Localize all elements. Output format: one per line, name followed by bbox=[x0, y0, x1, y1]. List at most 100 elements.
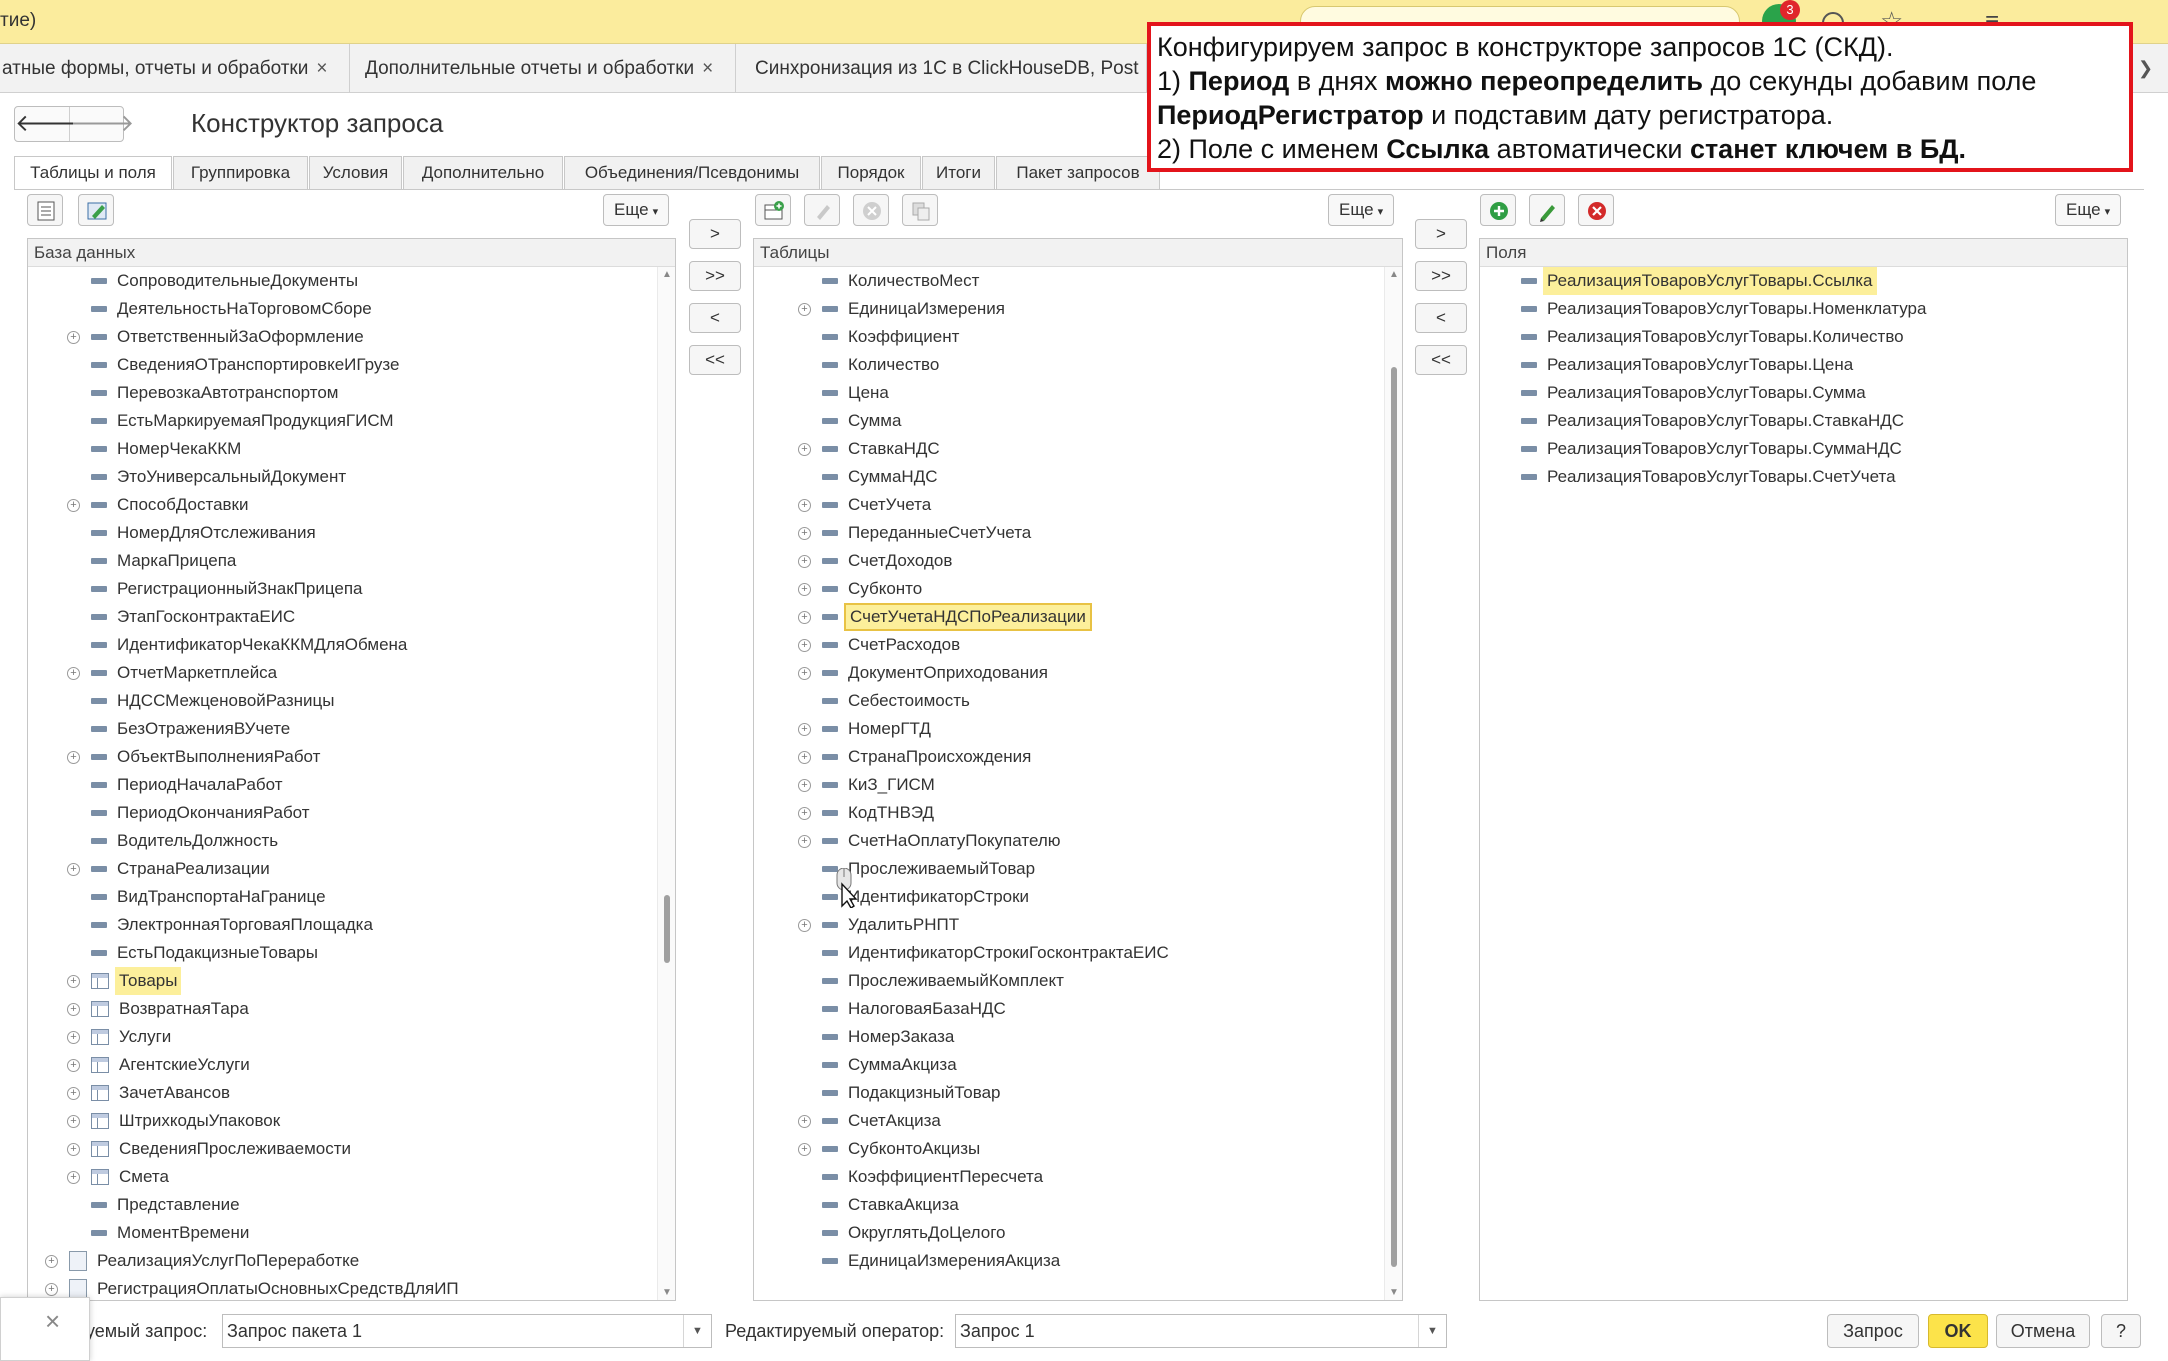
expand-icon[interactable]: + bbox=[67, 863, 80, 876]
expand-icon[interactable]: + bbox=[798, 1143, 811, 1156]
tree-row-label: СопроводительныеДокументы bbox=[117, 271, 359, 290]
move-all-right-button[interactable]: >> bbox=[1415, 261, 1467, 291]
expand-icon[interactable]: + bbox=[798, 639, 811, 652]
expand-icon[interactable]: + bbox=[45, 1283, 58, 1296]
query-text-button[interactable] bbox=[27, 194, 63, 226]
tree-row-label: СтавкаНДС bbox=[848, 439, 940, 458]
window-tab[interactable]: Дополнительные отчеты и обработки × bbox=[351, 44, 736, 93]
more-menu-button[interactable]: Еще ▾ bbox=[603, 194, 670, 226]
expand-icon[interactable]: + bbox=[67, 667, 80, 680]
expand-icon[interactable]: + bbox=[798, 807, 811, 820]
expand-icon[interactable]: + bbox=[798, 527, 811, 540]
move-right-button[interactable]: > bbox=[689, 219, 741, 249]
tab-query-batch[interactable]: Пакет запросов bbox=[996, 156, 1160, 190]
scrollbar-thumb[interactable] bbox=[1391, 367, 1397, 1267]
close-icon[interactable]: × bbox=[702, 58, 713, 79]
expand-icon[interactable]: + bbox=[798, 919, 811, 932]
expand-icon[interactable]: + bbox=[798, 443, 811, 456]
expand-icon[interactable]: + bbox=[798, 583, 811, 596]
scroll-down-icon[interactable]: ▼ bbox=[1389, 1287, 1399, 1298]
expand-icon[interactable]: + bbox=[67, 1059, 80, 1072]
more-menu-button[interactable]: Еще ▾ bbox=[2055, 194, 2122, 226]
expand-icon[interactable]: + bbox=[798, 555, 811, 568]
operator-select[interactable]: Запрос 1 ▼ bbox=[955, 1314, 1447, 1348]
delete-table-button[interactable] bbox=[853, 194, 889, 226]
window-tab[interactable]: Синхронизация из 1С в ClickHouseDB, Post bbox=[737, 44, 1147, 93]
expand-icon[interactable]: + bbox=[798, 611, 811, 624]
operator-select-value: Запрос 1 bbox=[960, 1321, 1035, 1341]
window-tab[interactable]: атные формы, отчеты и обработки × bbox=[0, 44, 350, 93]
query-button[interactable]: Запрос bbox=[1827, 1314, 1919, 1348]
move-left-button[interactable]: < bbox=[689, 303, 741, 333]
scroll-up-icon[interactable]: ▲ bbox=[1389, 269, 1399, 280]
tab-unions-aliases[interactable]: Объединения/Псевдонимы bbox=[564, 156, 820, 190]
expand-icon[interactable]: + bbox=[67, 1171, 80, 1184]
expand-icon[interactable]: + bbox=[67, 1115, 80, 1128]
close-icon[interactable]: × bbox=[45, 1306, 60, 1337]
more-menu-button[interactable]: Еще ▾ bbox=[1328, 194, 1395, 226]
back-arrow-icon[interactable]: 🡐 bbox=[15, 107, 79, 141]
open-table-editor-button[interactable] bbox=[78, 194, 114, 226]
vertical-scrollbar[interactable]: ▲ ▼ bbox=[1384, 267, 1402, 1300]
copy-table-button[interactable] bbox=[902, 194, 938, 226]
tab-totals[interactable]: Итоги bbox=[922, 156, 995, 190]
tables-tree[interactable]: КоличествоМест + ЕдиницаИзмерения Коэффицие… bbox=[754, 267, 1382, 1300]
fields-list[interactable]: РеализацияТоваровУслугТовары.Ссылка Реали… bbox=[1480, 267, 2107, 1300]
expand-icon[interactable]: + bbox=[67, 751, 80, 764]
dropdown-arrow-icon[interactable]: ▼ bbox=[683, 1315, 711, 1347]
tabs-scroll-right-icon[interactable]: ❯ bbox=[2138, 58, 2153, 79]
expand-icon[interactable]: + bbox=[798, 779, 811, 792]
expand-icon[interactable]: + bbox=[67, 1003, 80, 1016]
field-icon bbox=[822, 530, 838, 536]
move-left-button[interactable]: < bbox=[1415, 303, 1467, 333]
expand-icon[interactable]: + bbox=[798, 835, 811, 848]
table-icon bbox=[91, 1141, 109, 1157]
move-all-left-button[interactable]: << bbox=[1415, 345, 1467, 375]
vertical-scrollbar[interactable]: ▲ ▼ bbox=[657, 267, 675, 1300]
database-tree[interactable]: СопроводительныеДокументы ДеятельностьНаТ… bbox=[28, 267, 655, 1300]
scrollbar-thumb[interactable] bbox=[664, 895, 670, 963]
tab-grouping[interactable]: Группировка bbox=[173, 156, 308, 190]
expand-icon[interactable]: + bbox=[67, 1143, 80, 1156]
cancel-button[interactable]: Отмена bbox=[1996, 1314, 2090, 1348]
tree-row-label: Субконто bbox=[848, 579, 923, 598]
panel-header: Таблицы bbox=[754, 239, 1402, 267]
expand-icon[interactable]: + bbox=[67, 331, 80, 344]
tree-row-label: СчетАкциза bbox=[848, 1111, 941, 1130]
dropdown-arrow-icon[interactable]: ▼ bbox=[1418, 1315, 1446, 1347]
tree-row-label: СуммаНДС bbox=[848, 467, 938, 486]
expand-icon[interactable]: + bbox=[798, 303, 811, 316]
expand-icon[interactable]: + bbox=[67, 499, 80, 512]
forward-arrow-icon[interactable]: 🡒 bbox=[70, 107, 134, 141]
query-select[interactable]: Запрос пакета 1 ▼ bbox=[222, 1314, 712, 1348]
expand-icon[interactable]: + bbox=[45, 1255, 58, 1268]
edit-field-button[interactable] bbox=[1529, 194, 1565, 226]
add-table-button[interactable] bbox=[755, 194, 791, 226]
close-icon[interactable]: × bbox=[316, 58, 327, 79]
edit-table-button[interactable] bbox=[804, 194, 840, 226]
table-icon bbox=[91, 973, 109, 989]
expand-icon[interactable]: + bbox=[798, 723, 811, 736]
move-all-left-button[interactable]: << bbox=[689, 345, 741, 375]
expand-icon[interactable]: + bbox=[798, 667, 811, 680]
move-right-button[interactable]: > bbox=[1415, 219, 1467, 249]
tab-additional[interactable]: Дополнительно bbox=[403, 156, 563, 190]
tab-conditions[interactable]: Условия bbox=[309, 156, 402, 190]
help-button[interactable]: ? bbox=[2101, 1314, 2141, 1348]
scroll-down-icon[interactable]: ▼ bbox=[662, 1287, 672, 1298]
ok-button[interactable]: OK bbox=[1928, 1314, 1988, 1348]
move-all-right-button[interactable]: >> bbox=[689, 261, 741, 291]
tree-row-label: РеализацияТоваровУслугТовары.Цена bbox=[1547, 355, 1854, 374]
expand-icon[interactable]: + bbox=[798, 1115, 811, 1128]
add-field-button[interactable] bbox=[1480, 194, 1516, 226]
tab-tables-and-fields[interactable]: Таблицы и поля bbox=[14, 156, 172, 190]
scroll-up-icon[interactable]: ▲ bbox=[662, 269, 672, 280]
expand-icon[interactable]: + bbox=[798, 751, 811, 764]
tab-order[interactable]: Порядок bbox=[821, 156, 921, 190]
expand-icon[interactable]: + bbox=[67, 975, 80, 988]
field-icon bbox=[91, 306, 107, 312]
delete-field-button[interactable] bbox=[1578, 194, 1614, 226]
expand-icon[interactable]: + bbox=[798, 499, 811, 512]
expand-icon[interactable]: + bbox=[67, 1087, 80, 1100]
expand-icon[interactable]: + bbox=[67, 1031, 80, 1044]
